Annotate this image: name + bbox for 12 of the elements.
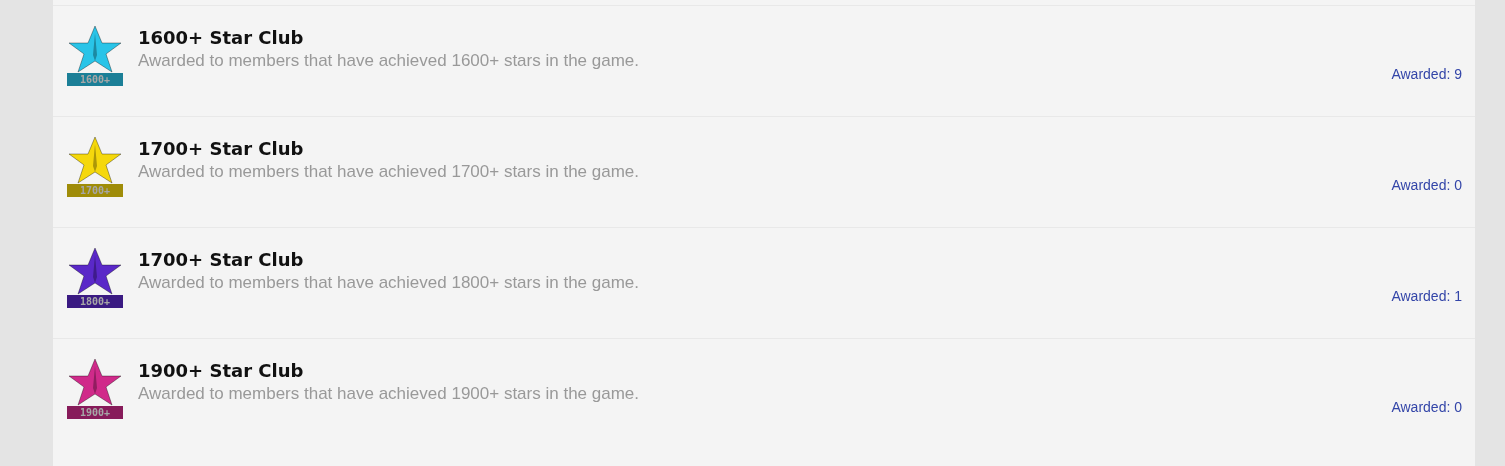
award-description: Awarded to members that have achieved 1900+ stars in the game. (138, 383, 639, 405)
awarded-count: Awarded: 0 (1391, 399, 1462, 415)
awarded-count: Awarded: 9 (1391, 66, 1462, 82)
award-title: 1700+ Star Club (138, 137, 305, 161)
award-description: Awarded to members that have achieved 1800+ stars in the game. (138, 272, 639, 294)
award-description: Awarded to members that have achieved 1700+ stars in the game. (138, 161, 639, 183)
awarded-count: Awarded: 0 (1391, 177, 1462, 193)
award-title: 1700+ Star Club (138, 248, 305, 272)
awarded-count: Awarded: 1 (1391, 288, 1462, 304)
award-title: 1600+ Star Club (138, 26, 305, 50)
award-title: 1900+ Star Club (138, 359, 305, 383)
award-description: Awarded to members that have achieved 1600+ stars in the game. (138, 50, 639, 72)
